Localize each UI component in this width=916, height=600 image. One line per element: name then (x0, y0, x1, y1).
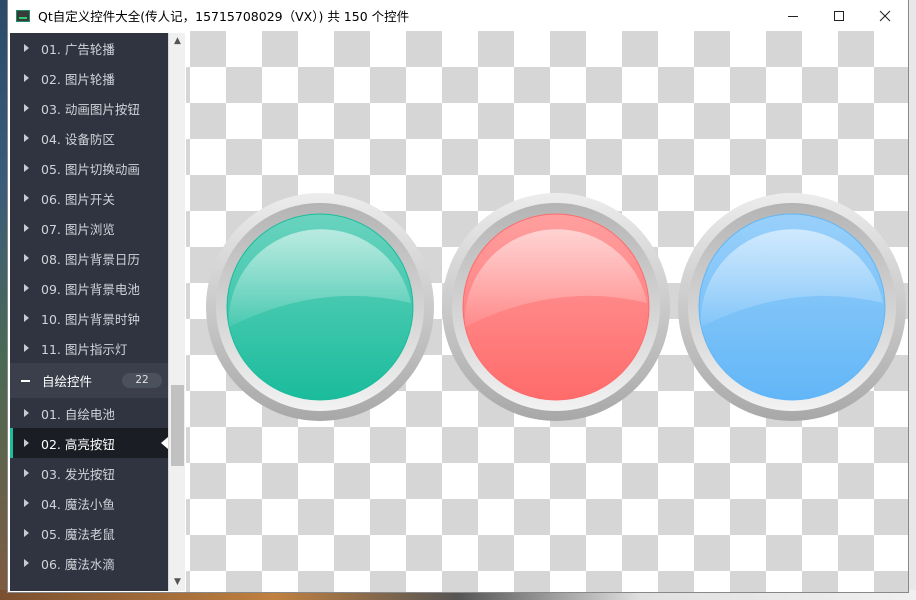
sidebar-item[interactable]: 03. 发光按钮 (10, 458, 168, 488)
sidebar-item-label: 02. 高亮按钮 (41, 436, 115, 452)
sidebar-item[interactable]: 06. 魔法水滴 (10, 548, 168, 578)
expand-arrow-icon (24, 409, 29, 417)
expand-arrow-icon (24, 194, 29, 202)
scrollbar-thumb[interactable] (171, 385, 184, 466)
sidebar-item[interactable]: 06. 图片开关 (10, 183, 168, 213)
expand-arrow-icon (24, 164, 29, 172)
desktop-background-right (908, 0, 916, 600)
expand-arrow-icon (24, 284, 29, 292)
preview-canvas (186, 31, 908, 592)
expand-arrow-icon (24, 559, 29, 567)
scroll-up-icon[interactable]: ▲ (169, 33, 186, 50)
expand-arrow-icon (24, 254, 29, 262)
expand-arrow-icon (24, 314, 29, 322)
sidebar-item-label: 10. 图片背景时钟 (41, 311, 140, 327)
sidebar-item-label: 01. 自绘电池 (41, 406, 115, 422)
sidebar-item[interactable]: 02. 图片轮播 (10, 63, 168, 93)
highlight-buttons (206, 193, 906, 421)
sidebar-item-label: 05. 魔法老鼠 (41, 526, 115, 542)
desktop-background-left (0, 0, 8, 600)
title-bar[interactable]: Qt自定义控件大全(传人记，15715708029（VX）) 共 150 个控件 (8, 0, 908, 31)
sidebar-item-label: 11. 图片指示灯 (41, 341, 128, 357)
sidebar-item-label: 07. 图片浏览 (41, 221, 115, 237)
app-icon (16, 9, 30, 22)
expand-arrow-icon (24, 104, 29, 112)
sidebar-item[interactable]: 08. 图片背景日历 (10, 243, 168, 273)
sidebar-item-label: 06. 魔法水滴 (41, 556, 115, 572)
sidebar-scrollbar[interactable]: ▲ ▼ (168, 33, 185, 591)
sidebar-nav: 自绘控件 22 01. 广告轮播 02. 图片轮播 03. 动画图片按钮 04. 设备… (10, 33, 168, 591)
sidebar-item-label: 04. 魔法小鱼 (41, 496, 115, 512)
window-title: Qt自定义控件大全(传人记，15715708029（VX）) 共 150 个控件 (38, 9, 410, 24)
sidebar-item-label: 02. 图片轮播 (41, 71, 115, 87)
sidebar-item[interactable]: 07. 图片浏览 (10, 213, 168, 243)
window-controls (770, 0, 908, 31)
collapse-icon (21, 379, 30, 382)
close-icon (879, 10, 891, 21)
sidebar-item-label: 05. 图片切换动画 (41, 161, 140, 177)
sidebar-item-label: 06. 图片开关 (41, 191, 115, 207)
minimize-icon (788, 15, 798, 17)
highlight-button-blue[interactable] (678, 193, 906, 421)
expand-arrow-icon (24, 499, 29, 507)
close-button[interactable] (862, 0, 908, 31)
highlight-button-green[interactable] (206, 193, 434, 421)
sidebar-item-label: 03. 动画图片按钮 (41, 101, 140, 117)
sidebar-item-label: 09. 图片背景电池 (41, 281, 140, 297)
expand-arrow-icon (24, 74, 29, 82)
expand-arrow-icon (24, 224, 29, 232)
expand-arrow-icon (24, 469, 29, 477)
highlight-button-red[interactable] (442, 193, 670, 421)
expand-arrow-icon (24, 44, 29, 52)
minimize-button[interactable] (770, 0, 816, 31)
sidebar-item[interactable]: 11. 图片指示灯 (10, 333, 168, 363)
sidebar-item[interactable]: 03. 动画图片按钮 (10, 93, 168, 123)
sidebar-item-label: 01. 广告轮播 (41, 41, 115, 57)
sidebar-item[interactable]: 10. 图片背景时钟 (10, 303, 168, 333)
main-window: Qt自定义控件大全(传人记，15715708029（VX）) 共 150 个控件… (8, 0, 908, 592)
sidebar-item[interactable]: 04. 设备防区 (10, 123, 168, 153)
sidebar-item[interactable]: 01. 广告轮播 (10, 33, 168, 63)
sidebar-item[interactable]: 01. 自绘电池 (10, 398, 168, 428)
sidebar-item-label: 03. 发光按钮 (41, 466, 115, 482)
sidebar-item[interactable]: 04. 魔法小鱼 (10, 488, 168, 518)
expand-arrow-icon (24, 529, 29, 537)
sidebar-item-label: 04. 设备防区 (41, 131, 115, 147)
group-count-badge: 22 (122, 373, 162, 388)
maximize-icon (834, 10, 844, 21)
group-header-label: 自绘控件 (42, 374, 93, 389)
expand-arrow-icon (24, 439, 29, 447)
sidebar-item[interactable]: 02. 高亮按钮 (10, 428, 168, 458)
maximize-button[interactable] (816, 0, 862, 31)
sidebar-item-label: 08. 图片背景日历 (41, 251, 140, 267)
expand-arrow-icon (24, 344, 29, 352)
sidebar-item[interactable]: 09. 图片背景电池 (10, 273, 168, 303)
expand-arrow-icon (24, 134, 29, 142)
group-header-custom-draw[interactable]: 自绘控件 22 (10, 363, 168, 398)
sidebar-item[interactable]: 05. 图片切换动画 (10, 153, 168, 183)
sidebar-item[interactable]: 05. 魔法老鼠 (10, 518, 168, 548)
scroll-down-icon[interactable]: ▼ (169, 574, 186, 591)
